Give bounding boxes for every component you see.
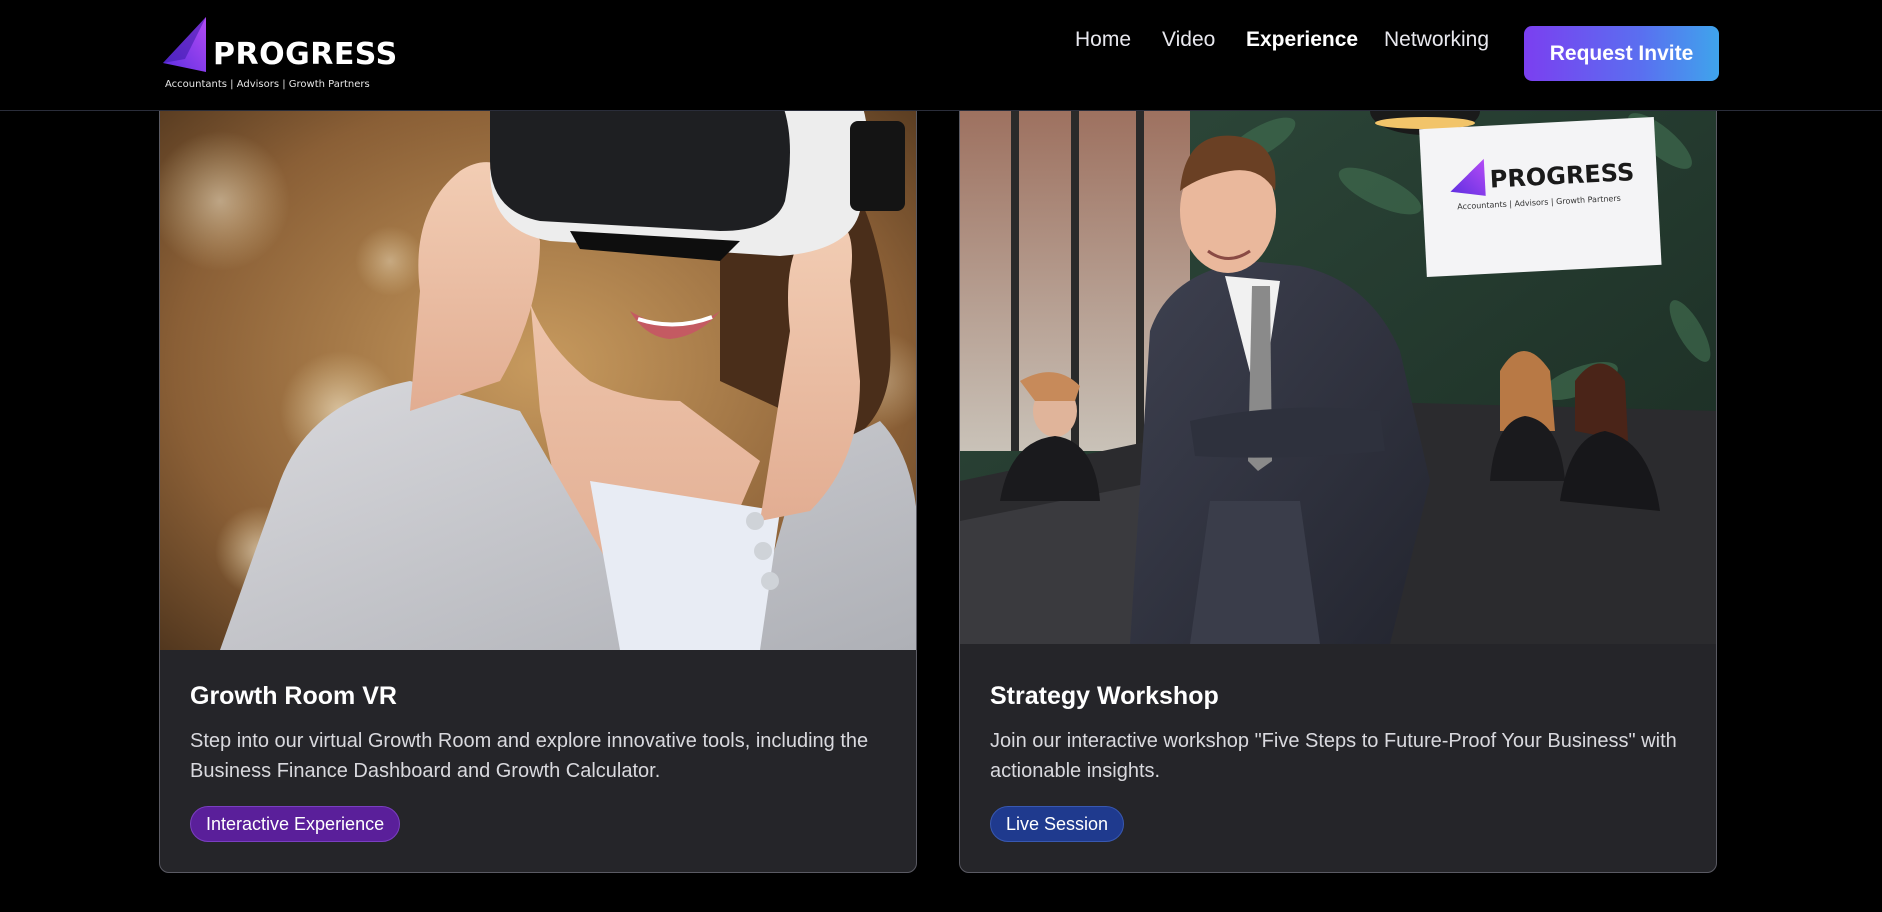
brand-tagline: Accountants | Advisors | Growth Partners — [165, 79, 370, 90]
experience-card-strategy-workshop[interactable]: PROGRESS Accountants | Advisors | Growth… — [959, 80, 1717, 873]
nav-networking[interactable]: Networking — [1384, 28, 1489, 52]
card-description: Step into our virtual Growth Room and ex… — [190, 730, 869, 782]
progress-logo-icon — [163, 17, 206, 72]
brand-name: PROGRESS — [213, 37, 398, 72]
workshop-photo: PROGRESS Accountants | Advisors | Growth… — [960, 81, 1716, 644]
nav-experience[interactable]: Experience — [1246, 28, 1358, 52]
request-invite-button[interactable]: Request Invite — [1524, 26, 1719, 81]
nav-video[interactable]: Video — [1162, 28, 1215, 52]
card-description: Join our interactive workshop "Five Step… — [990, 730, 1677, 782]
nav-home[interactable]: Home — [1075, 28, 1131, 52]
card-title: Growth Room VR — [190, 682, 397, 710]
card-badge: Interactive Experience — [190, 806, 401, 842]
site-header: PROGRESS Accountants | Advisors | Growth… — [0, 0, 1882, 111]
card-badge: Live Session — [990, 806, 1125, 842]
brand-logo[interactable]: PROGRESS Accountants | Advisors | Growth… — [159, 15, 397, 95]
card-title: Strategy Workshop — [990, 682, 1219, 710]
vr-headset-photo — [160, 81, 916, 650]
experience-card-growth-room[interactable]: Growth Room VR Step into our virtual Gro… — [159, 80, 917, 873]
